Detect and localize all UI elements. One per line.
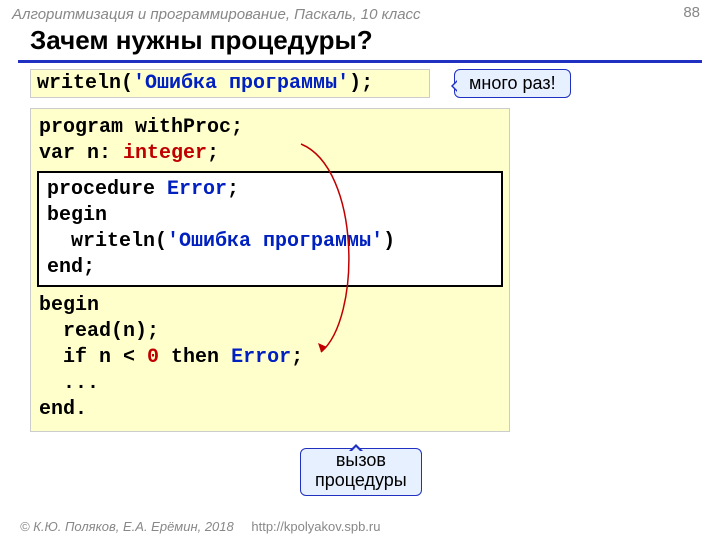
kw-begin: begin xyxy=(39,294,99,317)
read-call: read(n); xyxy=(39,320,159,343)
kw-procedure: procedure xyxy=(47,178,167,201)
kw-program: program xyxy=(39,116,123,139)
kw-writeln: writeln xyxy=(37,72,121,95)
string-literal: 'Ошибка программы' xyxy=(167,230,383,253)
callout-line1: вызов xyxy=(315,451,407,471)
kw-then: then xyxy=(159,346,231,369)
footer-url: http://kpolyakov.spb.ru xyxy=(251,519,380,534)
writeln-call: writeln( xyxy=(47,230,167,253)
procedure-box: procedure Error; begin writeln('Ошибка п… xyxy=(37,171,503,287)
course-header: Алгоритмизация и программирование, Паска… xyxy=(0,0,720,25)
page-number: 88 xyxy=(683,4,700,21)
footer: © К.Ю. Поляков, Е.А. Ерёмин, 2018 http:/… xyxy=(20,519,380,534)
paren: ( xyxy=(121,72,133,95)
kw-begin: begin xyxy=(47,204,107,227)
paren-close: ) xyxy=(383,230,395,253)
cond: n < xyxy=(87,346,147,369)
kw-end: end xyxy=(47,256,83,279)
call-error: Error xyxy=(231,346,291,369)
type-integer: integer xyxy=(123,142,207,165)
kw-if: if xyxy=(39,346,87,369)
kw-var: var xyxy=(39,142,75,165)
copyright: © К.Ю. Поляков, Е.А. Ерёмин, 2018 xyxy=(20,519,234,534)
dot: . xyxy=(75,398,87,421)
prog-name: withProc; xyxy=(123,116,243,139)
callout-call-proc-wrap: вызов процедуры xyxy=(300,448,422,496)
code-block: program withProc; var n: integer; proced… xyxy=(30,108,510,432)
title-underline xyxy=(18,60,702,63)
var-n: n: xyxy=(75,142,123,165)
num-zero: 0 xyxy=(147,346,159,369)
semicolon: ; xyxy=(207,142,219,165)
page-title: Зачем нужны процедуры? xyxy=(0,25,720,60)
string-literal: 'Ошибка программы' xyxy=(133,72,349,95)
callout-line2: процедуры xyxy=(315,471,407,491)
proc-name-error: Error xyxy=(167,178,227,201)
ellipsis: ... xyxy=(39,372,99,395)
semicolon: ; xyxy=(227,178,239,201)
callout-call-proc: вызов процедуры xyxy=(300,448,422,496)
semicolon: ; xyxy=(83,256,95,279)
code-example-line: writeln('Ошибка программы'); xyxy=(30,69,430,98)
semicolon: ; xyxy=(291,346,303,369)
kw-end: end xyxy=(39,398,75,421)
close: ); xyxy=(349,72,373,95)
callout-many-times: много раз! xyxy=(454,69,571,98)
